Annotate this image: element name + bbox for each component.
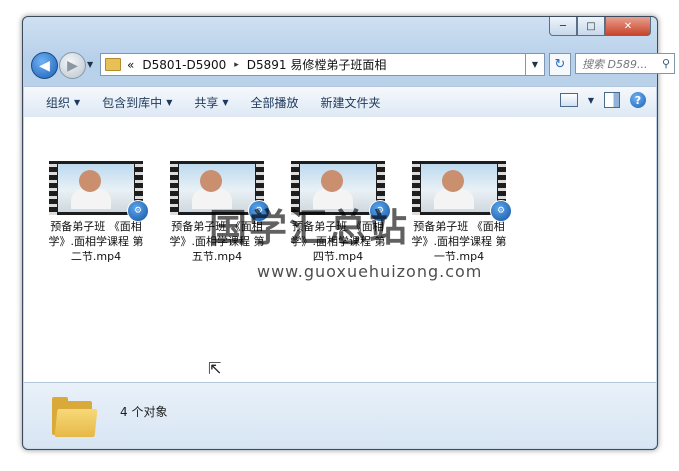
details-pane: 4 个对象 <box>24 382 656 448</box>
forward-button[interactable]: ▶ <box>59 52 86 79</box>
command-bar: 组织 ▼ 包含到库中 ▼ 共享 ▼ 全部播放 新建文件夹 ▼ ? <box>24 86 656 118</box>
chevron-down-icon: ▼ <box>74 97 81 107</box>
folder-icon <box>105 58 121 71</box>
share-label: 共享 <box>194 95 219 110</box>
recent-pages-dropdown[interactable]: ▼ <box>87 60 93 69</box>
watermark-url: www.guoxuehuizong.com <box>257 262 483 281</box>
chevron-down-icon: ▼ <box>222 97 229 107</box>
change-view-icon[interactable] <box>559 93 578 107</box>
breadcrumb-separator[interactable]: ▸ <box>234 60 239 70</box>
breadcrumb-item-parent[interactable]: D5801-D5900 <box>142 58 226 72</box>
organize-label: 组织 <box>46 95 71 110</box>
share-menu[interactable]: 共享 ▼ <box>194 94 228 111</box>
explorer-window: ─ □ ✕ ◀ ▶ ▼ « D5801-D5900 ▸ D5891 易修樘弟子班… <box>22 16 675 450</box>
file-item[interactable]: ⚙ 预备弟子班 《面相学》.面相学课程 第二节.mp4 <box>44 161 149 264</box>
address-dropdown-button[interactable]: ▼ <box>526 53 545 76</box>
address-bar[interactable]: « D5801-D5900 ▸ D5891 易修樘弟子班面相 <box>100 53 526 76</box>
media-player-icon: ⚙ <box>127 200 149 222</box>
organize-menu[interactable]: 组织 ▼ <box>46 94 80 111</box>
file-name: 预备弟子班 《面相学》.面相学课程 第二节.mp4 <box>48 220 144 263</box>
search-icon[interactable]: ⚲ <box>662 57 670 70</box>
mouse-cursor-icon: ⇱ <box>208 359 222 378</box>
toolbar-right: ▼ ? <box>559 92 646 108</box>
maximize-button[interactable]: □ <box>577 17 605 36</box>
preview-pane-icon[interactable] <box>604 92 620 108</box>
play-all-button[interactable]: 全部播放 <box>251 94 299 111</box>
folder-icon <box>52 397 98 437</box>
play-all-label: 全部播放 <box>250 95 299 110</box>
view-options-dropdown[interactable]: ▼ <box>588 96 594 105</box>
file-item[interactable]: ⚙ 预备弟子班 《面相学》.面相学课程 第一节.mp4 <box>407 161 512 264</box>
chevron-down-icon: ▼ <box>166 97 173 107</box>
include-label: 包含到库中 <box>102 95 163 110</box>
minimize-button[interactable]: ─ <box>549 17 577 36</box>
new-folder-button[interactable]: 新建文件夹 <box>321 94 381 111</box>
file-list-area[interactable]: ⚙ 预备弟子班 《面相学》.面相学课程 第二节.mp4 ⚙ 预备弟子班 《面相学… <box>24 117 656 382</box>
refresh-icon[interactable]: ↻ <box>549 53 571 76</box>
video-thumbnail: ⚙ <box>49 161 149 222</box>
include-in-library-menu[interactable]: 包含到库中 ▼ <box>102 94 172 111</box>
window-controls: ─ □ ✕ <box>549 17 651 36</box>
breadcrumb-overflow[interactable]: « <box>127 58 134 72</box>
search-input[interactable]: 搜索 D589... ⚲ <box>575 53 675 74</box>
back-button[interactable]: ◀ <box>31 52 58 79</box>
new-folder-label: 新建文件夹 <box>320 95 381 110</box>
video-thumbnail: ⚙ <box>412 161 512 222</box>
item-count: 4 个对象 <box>120 405 168 419</box>
media-player-icon: ⚙ <box>490 200 512 222</box>
file-name: 预备弟子班 《面相学》.面相学课程 第一节.mp4 <box>411 220 507 263</box>
close-button[interactable]: ✕ <box>605 17 651 36</box>
help-icon[interactable]: ? <box>630 92 646 108</box>
watermark-title: 国学汇总站 <box>209 205 410 250</box>
search-placeholder: 搜索 D589... <box>582 57 648 71</box>
breadcrumb-item-current[interactable]: D5891 易修樘弟子班面相 <box>247 56 387 73</box>
navigation-bar: ◀ ▶ ▼ « D5801-D5900 ▸ D5891 易修樘弟子班面相 ▼ ↻… <box>29 51 675 79</box>
